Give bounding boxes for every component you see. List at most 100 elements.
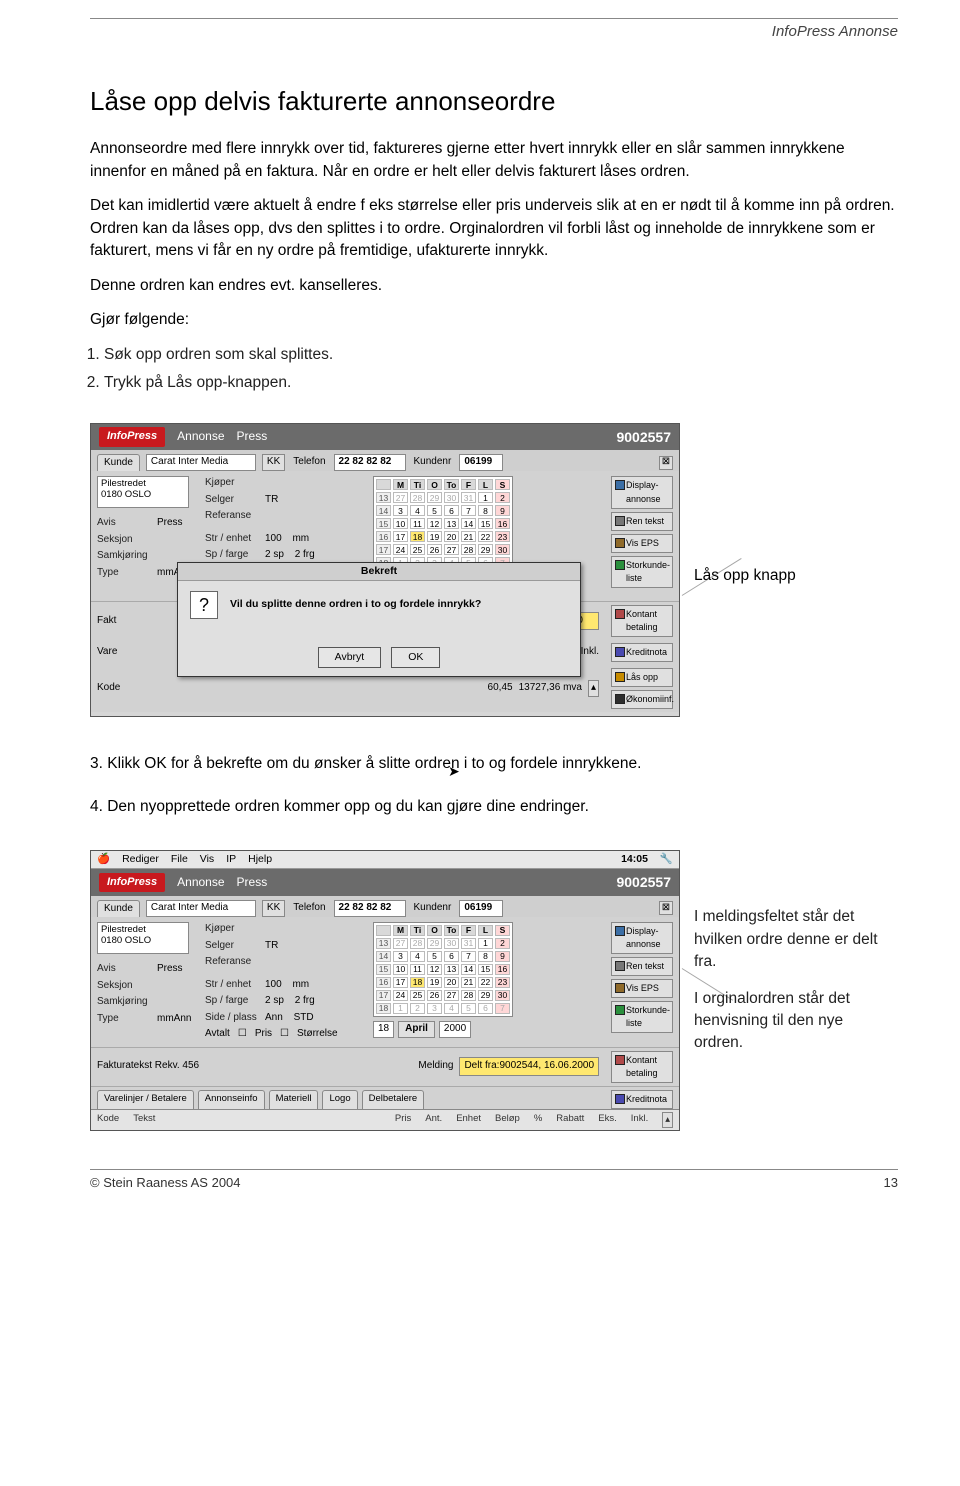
okonomi-button[interactable]: Økonomiinf.: [611, 690, 673, 709]
kk-button[interactable]: KK: [262, 454, 285, 471]
subtab-varelinjer[interactable]: Varelinjer / Betalere: [97, 1090, 194, 1109]
subtab-annonseinfo[interactable]: Annonseinfo: [198, 1090, 265, 1109]
menu-item[interactable]: Hjelp: [248, 852, 272, 867]
tab-kunde[interactable]: Kunde: [97, 454, 140, 472]
running-header: InfoPress Annonse: [90, 21, 898, 43]
label-vare: Vare: [97, 645, 117, 660]
list-item: Trykk på Lås opp-knappen.: [104, 372, 898, 394]
address-box: Pilestredet 0180 OSLO: [97, 476, 189, 508]
app-section: Annonse: [177, 428, 224, 445]
label-samkjoring: Samkjøring: [97, 549, 153, 564]
tab-kunde[interactable]: Kunde: [97, 900, 140, 918]
storkunde-button[interactable]: Storkunde-liste: [611, 556, 673, 588]
ren-tekst-button[interactable]: Ren tekst: [611, 957, 673, 976]
screenshot-2: 🍎 Rediger File Vis IP Hjelp 14:05 🔧 Info…: [90, 850, 680, 1130]
confirm-dialog: Bekreft ? Vil du splitte denne ordren i …: [177, 562, 581, 677]
order-number: 9002557: [616, 872, 671, 892]
address-box: Pilestredet 0180 OSLO: [97, 922, 189, 954]
app-logo: InfoPress: [99, 873, 165, 893]
checkbox-pris[interactable]: ☐: [238, 1027, 247, 1042]
page-footer: © Stein Raaness AS 2004 13: [90, 1169, 898, 1193]
paragraph: Denne ordren kan endres evt. kanselleres…: [90, 275, 898, 297]
telefon-field[interactable]: 22 82 82 82: [334, 454, 406, 471]
close-icon[interactable]: ⊠: [659, 456, 673, 470]
app-titlebar: InfoPress Annonse Press 9002557: [91, 424, 679, 450]
order-number: 9002557: [616, 427, 671, 447]
menu-apple-icon[interactable]: 🍎: [97, 852, 110, 867]
kreditnota-button[interactable]: Kreditnota: [611, 643, 673, 662]
kreditnota-button[interactable]: Kreditnota: [611, 1090, 673, 1109]
sub-tabs: Varelinjer / Betalere Annonseinfo Materi…: [91, 1086, 679, 1109]
annotation-lasopp: Lås opp knapp: [694, 565, 796, 587]
app-menubar: 🍎 Rediger File Vis IP Hjelp 14:05 🔧: [91, 851, 679, 869]
storkunde-button[interactable]: Storkunde-liste: [611, 1001, 673, 1033]
label-seksjon: Seksjon: [97, 533, 153, 548]
app-section: Press: [237, 874, 268, 891]
label-telefon: Telefon: [291, 901, 327, 916]
dialog-question: Vil du splitte denne ordren i to og ford…: [230, 597, 481, 612]
kundenr-field[interactable]: 06199: [459, 454, 503, 471]
menu-item[interactable]: File: [171, 852, 188, 867]
copyright: © Stein Raaness AS 2004: [90, 1174, 241, 1193]
display-annonse-button[interactable]: Display-annonse: [611, 476, 673, 508]
label-type: Type: [97, 566, 153, 581]
scroll-up-icon[interactable]: ▴: [588, 680, 599, 697]
paragraph: Gjør følgende:: [90, 309, 898, 331]
kk-button[interactable]: KK: [262, 900, 285, 917]
label-kundenr: Kundenr: [412, 901, 454, 916]
value-eks: 60,45: [488, 681, 513, 696]
ren-tekst-button[interactable]: Ren tekst: [611, 512, 673, 531]
subtab-logo[interactable]: Logo: [322, 1090, 357, 1109]
customer-row: Kunde Carat Inter Media KK Telefon 22 82…: [91, 450, 679, 472]
kontant-betaling-button[interactable]: Kontant betaling: [611, 1051, 673, 1083]
calendar[interactable]: MTiOToFLS 13272829303112 143456789 15101…: [373, 922, 513, 1042]
app-section: Annonse: [177, 874, 224, 891]
subtab-delbetalere[interactable]: Delbetalere: [362, 1090, 425, 1109]
display-annonse-button[interactable]: Display-annonse: [611, 922, 673, 954]
ok-button[interactable]: OK: [391, 647, 440, 668]
cursor-icon: ➤: [448, 761, 460, 781]
fakturatekst: Fakturatekst Rekv. 456: [97, 1059, 199, 1074]
value-avis: Press: [157, 516, 183, 531]
table-header: Kode Tekst Pris Ant. Enhet Beløp % Rabat…: [91, 1109, 679, 1130]
kundenr-field[interactable]: 06199: [459, 900, 503, 917]
body-text: Annonseordre med flere innrykk over tid,…: [90, 138, 898, 394]
app-section: Press: [237, 428, 268, 445]
screenshot-1: InfoPress Annonse Press 9002557 Kunde Ca…: [90, 423, 680, 718]
kunde-field[interactable]: Carat Inter Media: [146, 454, 256, 471]
list-item: Søk opp ordren som skal splittes.: [104, 344, 898, 366]
vis-eps-button[interactable]: Vis EPS: [611, 534, 673, 553]
question-icon: ?: [190, 591, 218, 619]
menu-item[interactable]: Vis: [200, 852, 214, 867]
menu-tray-icon[interactable]: 🔧: [660, 852, 673, 867]
subtab-materiell[interactable]: Materiell: [269, 1090, 319, 1109]
label-referanse: Referanse: [205, 509, 261, 524]
paragraph: 3. Klikk OK for å bekrefte om du ønsker …: [90, 753, 898, 775]
kontant-betaling-button[interactable]: Kontant betaling: [611, 605, 673, 637]
app-titlebar: InfoPress Annonse Press 9002557: [91, 869, 679, 895]
vis-eps-button[interactable]: Vis EPS: [611, 979, 673, 998]
paragraph: Annonseordre med flere innrykk over tid,…: [90, 138, 898, 183]
app-logo: InfoPress: [99, 427, 165, 447]
paragraph: 4. Den nyopprettede ordren kommer opp og…: [90, 796, 898, 818]
label-str: Str / enhet: [205, 532, 261, 547]
checkbox-storrelse[interactable]: ☐: [280, 1027, 289, 1042]
clock: 14:05: [621, 852, 648, 867]
telefon-field[interactable]: 22 82 82 82: [334, 900, 406, 917]
paragraph: Det kan imidlertid være aktuelt å endre …: [90, 195, 898, 262]
label-kundenr: Kundenr: [412, 455, 454, 470]
annotation-melding: I meldingsfeltet står det hvilken ordre …: [694, 906, 884, 973]
page-number: 13: [884, 1174, 898, 1193]
cancel-button[interactable]: Avbryt: [318, 647, 382, 668]
menu-item[interactable]: Rediger: [122, 852, 159, 867]
scroll-up-icon[interactable]: ▴: [662, 1112, 673, 1128]
customer-row: Kunde Carat Inter Media KK Telefon 22 82…: [91, 896, 679, 918]
side-buttons: Display-annonse Ren tekst Vis EPS Storku…: [611, 476, 673, 596]
kunde-field[interactable]: Carat Inter Media: [146, 900, 256, 917]
label-fakt: Fakt: [97, 614, 116, 629]
menu-item[interactable]: IP: [226, 852, 236, 867]
close-icon[interactable]: ⊠: [659, 901, 673, 915]
label-selger: Selger: [205, 493, 261, 508]
label-melding: Melding: [418, 1059, 453, 1074]
las-opp-button[interactable]: Lås opp: [611, 668, 673, 687]
